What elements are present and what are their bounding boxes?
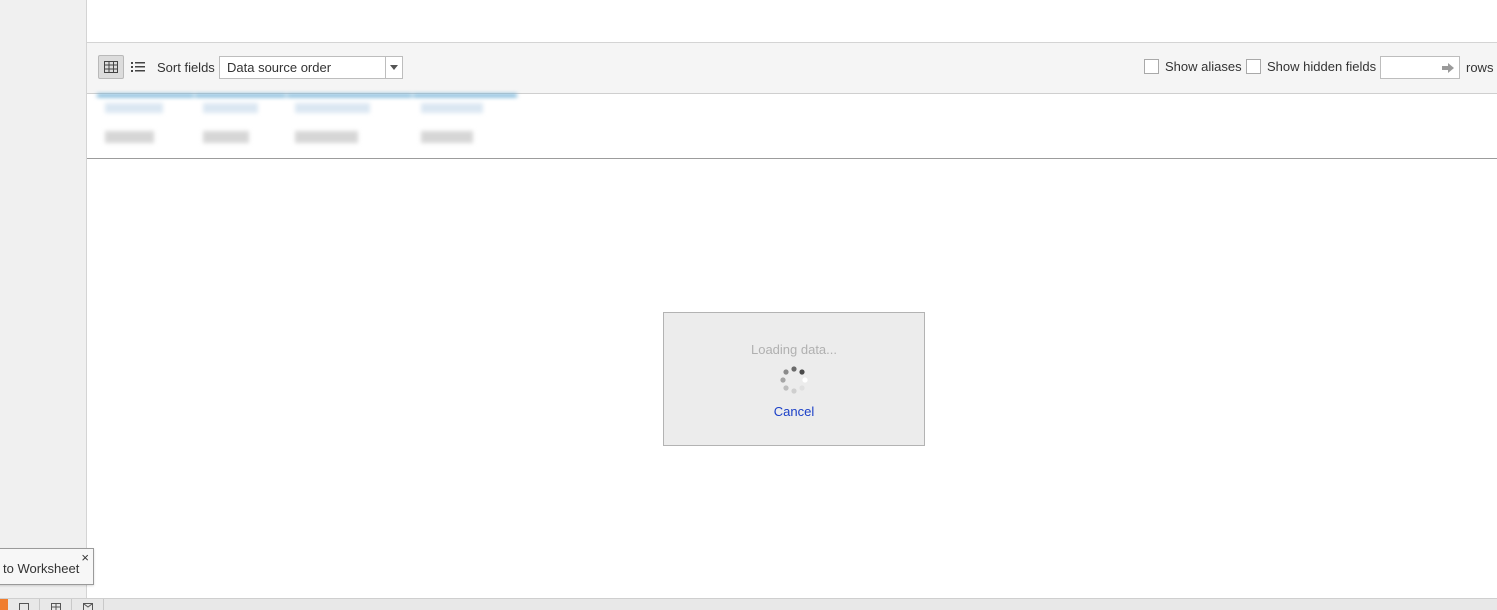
- cancel-button[interactable]: Cancel: [664, 404, 924, 419]
- arrow-right-icon[interactable]: [1442, 62, 1454, 73]
- blurred-columns: [97, 94, 537, 158]
- new-story-button[interactable]: [72, 599, 104, 610]
- show-hidden-fields-checkbox[interactable]: [1246, 59, 1261, 74]
- sort-fields-label: Sort fields: [157, 60, 215, 75]
- left-panel: [0, 0, 87, 598]
- rows-label: rows: [1466, 60, 1494, 75]
- column-placeholder: [97, 94, 194, 158]
- sort-fields-dropdown[interactable]: Data source order: [219, 56, 403, 79]
- sort-fields-value: Data source order: [227, 60, 332, 75]
- loading-text: Loading data...: [750, 342, 838, 357]
- data-grid-preview: [87, 94, 1497, 159]
- data-grid-toolbar: Sort fields Data source order Show alias…: [87, 43, 1497, 94]
- grid-icon: [104, 61, 118, 73]
- sheet-tab-bar: [0, 598, 1497, 610]
- new-worksheet-icon: [18, 603, 29, 610]
- column-placeholder: [287, 94, 412, 158]
- show-aliases-checkbox[interactable]: [1144, 59, 1159, 74]
- show-aliases-toggle[interactable]: Show aliases: [1144, 59, 1242, 74]
- toast-text: to Worksheet: [3, 561, 80, 576]
- show-aliases-label: Show aliases: [1165, 59, 1242, 74]
- new-dashboard-icon: [50, 603, 61, 610]
- show-hidden-fields-toggle[interactable]: Show hidden fields: [1246, 59, 1376, 74]
- data-source-tab[interactable]: [0, 599, 8, 610]
- to-worksheet-toast[interactable]: to Worksheet ×: [0, 548, 94, 585]
- canvas-area: [87, 0, 1497, 43]
- new-story-icon: [82, 603, 93, 610]
- spinner-icon: [780, 366, 808, 394]
- show-hidden-fields-label: Show hidden fields: [1267, 59, 1377, 74]
- grid-view-button[interactable]: [98, 55, 124, 79]
- loading-dialog: Loading data... Cancel: [663, 312, 925, 446]
- rows-count-input[interactable]: [1380, 56, 1460, 79]
- list-view-button[interactable]: [125, 55, 151, 79]
- chevron-down-icon: [385, 57, 402, 78]
- new-worksheet-button[interactable]: [8, 599, 40, 610]
- close-icon[interactable]: ×: [81, 550, 89, 565]
- column-placeholder: [195, 94, 286, 158]
- data-source-page: Sort fields Data source order Show alias…: [0, 0, 1497, 610]
- new-dashboard-button[interactable]: [40, 599, 72, 610]
- list-icon: [131, 62, 145, 72]
- column-placeholder: [413, 94, 517, 158]
